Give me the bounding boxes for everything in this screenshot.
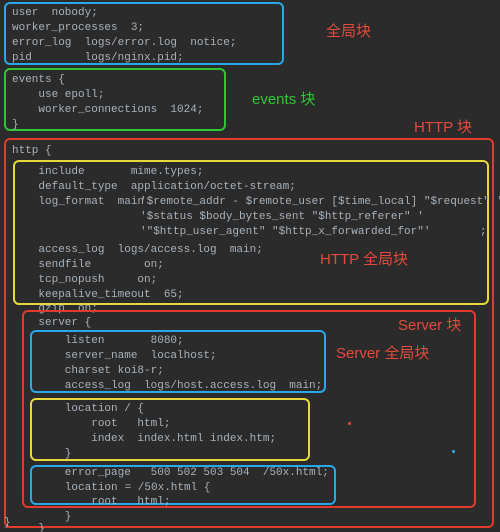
- logformat-line1: '$remote_addr - $remote_user [$time_loca…: [140, 195, 500, 210]
- server-close: }: [12, 522, 45, 532]
- dot-blue-icon: [452, 450, 455, 453]
- global-block-code: user nobody; worker_processes 3; error_l…: [12, 6, 236, 65]
- label-events: events 块: [252, 90, 315, 110]
- logformat-line3: '"$http_user_agent" "$http_x_forwarded_f…: [140, 225, 430, 240]
- http-open: http {: [12, 144, 52, 159]
- events-block-code: events { use epoll; worker_connections 1…: [12, 73, 203, 132]
- label-http: HTTP 块: [414, 118, 472, 138]
- label-http-global: HTTP 全局块: [320, 250, 408, 270]
- nginx-config-diagram: user nobody; worker_processes 3; error_l…: [0, 0, 500, 532]
- location2-tail: root html; }: [12, 495, 170, 525]
- label-server-global: Server 全局块: [336, 344, 429, 364]
- http-global-tail: access_log logs/access.log main; sendfil…: [12, 243, 263, 317]
- logformat-semi: ;: [480, 225, 487, 240]
- server-open: server {: [12, 316, 91, 331]
- logformat-line2: '$status $body_bytes_sent "$http_referer…: [140, 210, 424, 225]
- location2-keyword: location: [12, 481, 118, 496]
- label-global: 全局块: [326, 22, 371, 42]
- dot-red-icon: [348, 422, 351, 425]
- location-block-code: location / { root html; index index.html…: [12, 402, 276, 461]
- http-close-visible: }: [4, 516, 11, 531]
- label-server: Server 块: [398, 316, 461, 336]
- error-page-line: error_page 500 502 503 504 /50x.html;: [12, 466, 329, 481]
- server-global-code: listen 8080; server_name localhost; char…: [12, 334, 322, 393]
- location2-rest: = /50x.html {: [118, 481, 210, 496]
